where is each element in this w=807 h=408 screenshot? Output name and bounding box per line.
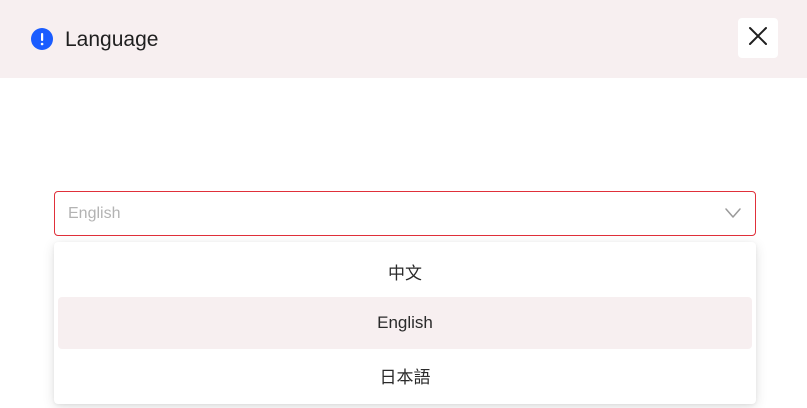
language-option-chinese[interactable]: 中文 <box>58 245 752 297</box>
language-option-english[interactable]: English <box>58 297 752 349</box>
language-option-japanese[interactable]: 日本語 <box>58 349 752 401</box>
language-select[interactable]: English <box>54 191 756 236</box>
chevron-down-icon <box>724 206 742 220</box>
close-icon <box>748 26 768 51</box>
option-label: English <box>377 313 433 332</box>
option-label: 日本語 <box>379 367 431 387</box>
language-dropdown: 中文 English 日本語 <box>54 242 756 404</box>
close-button[interactable] <box>738 18 778 58</box>
selected-language: English <box>68 205 121 222</box>
option-label: 中文 <box>388 263 422 283</box>
dialog-title: Language <box>65 28 159 51</box>
dialog-header: Language <box>0 0 807 78</box>
language-dialog: Language English 中文 English 日本語 <box>0 0 807 408</box>
info-icon <box>31 28 53 50</box>
